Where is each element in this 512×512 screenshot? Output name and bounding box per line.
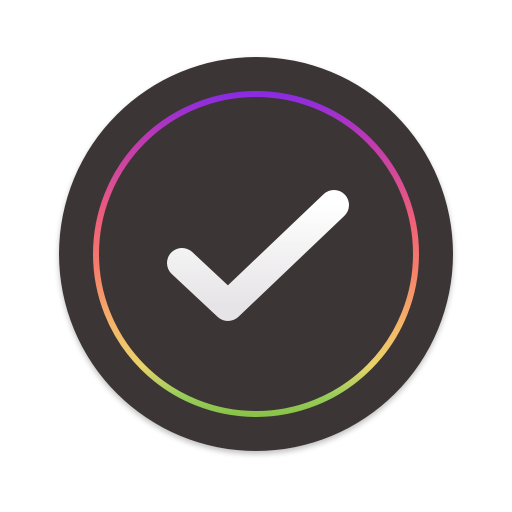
app-icon-canvas bbox=[0, 0, 512, 512]
checkmark-app-icon[interactable] bbox=[0, 0, 512, 512]
icon-disc bbox=[59, 57, 453, 451]
